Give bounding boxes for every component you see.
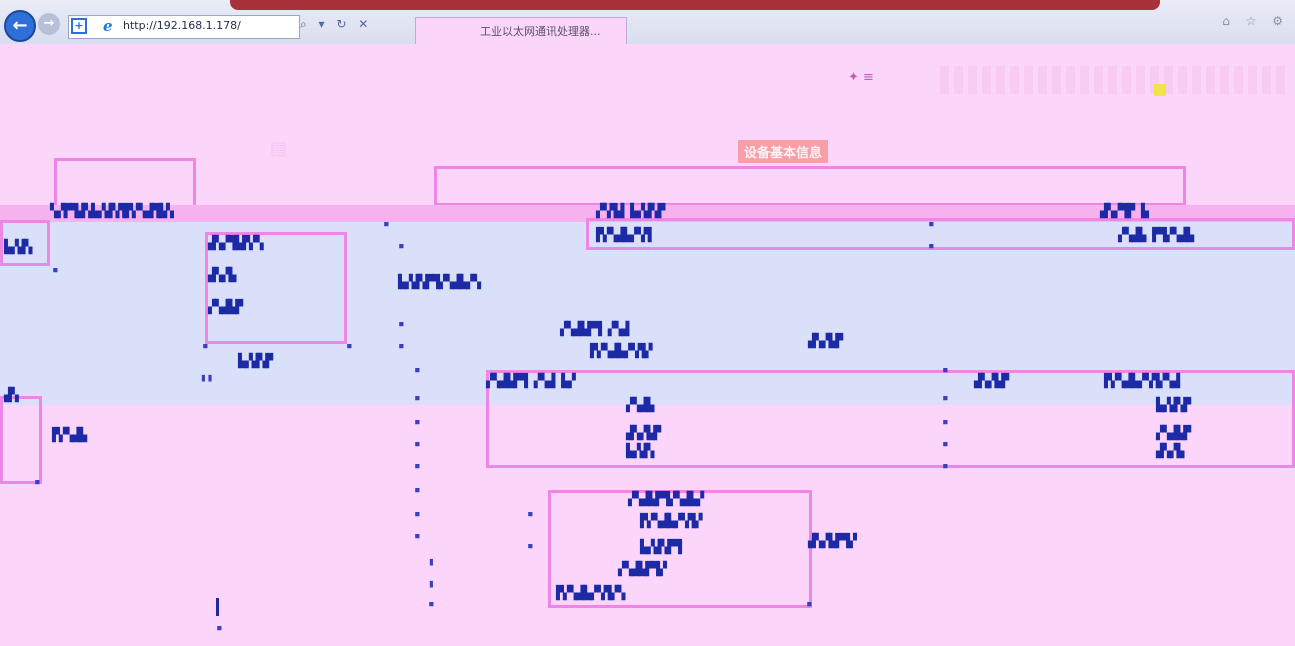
text-cursor <box>216 598 219 616</box>
address-url[interactable]: http://192.168.1.178/ <box>123 19 241 32</box>
stray-mark: ▪ <box>527 507 534 520</box>
left-lower-frame <box>0 396 42 484</box>
garbled-glyph-cluster: ▞▚▜▟ ▙▞▟▚▛ <box>596 204 665 219</box>
stray-mark: ▪ <box>216 621 223 634</box>
stray-mark: ▪ <box>942 391 949 404</box>
back-button[interactable]: ← <box>4 10 36 42</box>
address-tools-icons[interactable]: ⌕ ▾ ↻ ✕ <box>300 17 372 32</box>
stray-mark: ▪ <box>398 317 405 330</box>
stray-mark: ▮ <box>428 555 435 568</box>
garbled-glyph-cluster: ▙▞▟▚▛ <box>1156 398 1191 413</box>
section-title: 设备基本信息 <box>738 140 829 163</box>
stray-mark: ▪ <box>414 437 421 450</box>
site-shield-icon: + <box>71 18 87 34</box>
faded-heading-icon: ▤ <box>270 138 288 159</box>
stray-mark: ▪ <box>414 363 421 376</box>
garbled-glyph-cluster: ▙▞▟▚▛ <box>238 354 273 369</box>
stray-mark: ▪ <box>527 539 534 552</box>
garbled-glyph-cluster: ▟▚▞▙▛ <box>626 426 661 441</box>
browser-toolbar: ← → + e http://192.168.1.178/ ⌕ ▾ ↻ ✕ 工业… <box>0 0 1295 44</box>
garbled-glyph-cluster: ▟▚ <box>4 388 19 403</box>
info-header-box <box>434 166 1186 206</box>
garbled-glyph-cluster: ▞▚▟▙ <box>626 398 654 413</box>
stray-mark: ▪ <box>428 597 435 610</box>
window-title-strip <box>230 0 1160 10</box>
back-arrow-icon: ← <box>12 15 28 36</box>
tab-device-page[interactable]: 工业以太网通讯处理器... <box>415 17 627 44</box>
stray-mark: ▪ <box>414 507 421 520</box>
garbled-glyph-cluster: ▟▚▞▙▛▜▞ <box>808 534 857 549</box>
stray-mark: ▪ <box>414 391 421 404</box>
stray-mark: ▪ <box>202 339 209 352</box>
garbled-glyph-cluster: ▟▚▞▙ <box>208 268 236 283</box>
stray-mark: ▪ <box>942 459 949 472</box>
garbled-glyph-cluster: ▚▞▛▜▟▚▙▞▟▚▜▛▞▚▟▜▙▚ <box>50 204 174 219</box>
forward-button[interactable]: → <box>38 13 60 35</box>
garbled-glyph-cluster: ▞▚▟▙▛▜ ▞▚▟ <box>560 322 629 337</box>
stray-mark: ▮ <box>428 577 435 590</box>
stray-mark: ▪ <box>942 363 949 376</box>
logo-glyphs-icon: ✦ ≡ <box>848 70 874 85</box>
garbled-glyph-cluster: ▟▚▞▙▛ <box>974 374 1009 389</box>
stray-mark: ▪ <box>346 339 353 352</box>
garbled-glyph-cluster: ▞▚▟▙▛▜▞▚▟▙▞ <box>628 492 704 507</box>
garbled-glyph-cluster: ▛▞▚▟▙▞▚▜ <box>596 228 652 243</box>
garbled-glyph-cluster: ▙▞▟▚ <box>626 444 654 459</box>
banner-marker <box>1154 84 1166 96</box>
stray-mark: ▪ <box>942 437 949 450</box>
tab-title: 工业以太网通讯处理器... <box>480 25 601 38</box>
stray-mark: ▪ <box>928 239 935 252</box>
garbled-glyph-cluster: ▞▚▟▙ ▛▜▞▚▟▙ <box>1118 228 1194 243</box>
garbled-glyph-cluster: ▙▞▟▚ <box>4 240 32 255</box>
garbled-glyph-cluster: ▛▞▚▟▙▞▚▜▞▚▟ <box>1104 374 1180 389</box>
garbled-glyph-cluster: ▟▚▞▜▛ ▙ <box>1100 204 1149 219</box>
header-banner <box>940 66 1285 94</box>
stray-mark: ▪ <box>414 483 421 496</box>
garbled-glyph-cluster: ▟▚▞▜▙▛▞▚ <box>208 236 264 251</box>
garbled-glyph-cluster: ▙▞▟▚▛▜▞▚▟▙▞▚ <box>398 275 481 290</box>
garbled-glyph-cluster: ▛▞▚▟▙ <box>52 428 87 443</box>
garbled-glyph-cluster: ▛▞▚▟▙▞▚▜▞ <box>590 344 652 359</box>
stray-mark: ▪ <box>414 529 421 542</box>
stray-mark: ▪ <box>806 597 813 610</box>
stray-mark: ▪ <box>398 239 405 252</box>
garbled-glyph-cluster: ▟▚▞▙ <box>1156 444 1184 459</box>
forward-arrow-icon: → <box>43 16 55 31</box>
garbled-glyph-cluster: ▞▚▟▙▛▜ ▞▚▟ ▙▞ <box>486 374 576 389</box>
garbled-glyph-cluster: ▛▞▚▟▙▞▚▜▞ <box>640 514 702 529</box>
stray-mark: ▪ <box>942 415 949 428</box>
garbled-glyph-cluster: ▞▚▟▙▛ <box>1156 426 1191 441</box>
address-bar[interactable]: + e http://192.168.1.178/ <box>68 15 300 39</box>
garbled-glyph-cluster: ▞▚▟▙▛▜▞ <box>618 562 667 577</box>
stray-mark: ▮▮ <box>200 371 214 384</box>
stray-mark: ▪ <box>414 415 421 428</box>
stray-mark: ▪ <box>34 475 41 488</box>
stray-mark: ▪ <box>52 263 59 276</box>
garbled-glyph-cluster: ▙▞▟▚▛▜ <box>640 540 682 555</box>
stray-mark: ▪ <box>383 217 390 230</box>
garbled-glyph-cluster: ▟▚▞▙▛ <box>808 334 843 349</box>
stray-mark: ▪ <box>414 459 421 472</box>
garbled-glyph-cluster: ▞▚▟▙▛ <box>208 300 243 315</box>
ie-page-icon: e <box>103 17 113 35</box>
stray-mark: ▪ <box>928 217 935 230</box>
stray-mark: ▪ <box>398 339 405 352</box>
garbled-glyph-cluster: ▛▞▚▟▙▞▚▜▞▚ <box>556 586 625 601</box>
window-control-icons[interactable]: ⌂ ☆ ⚙ <box>1222 14 1289 28</box>
